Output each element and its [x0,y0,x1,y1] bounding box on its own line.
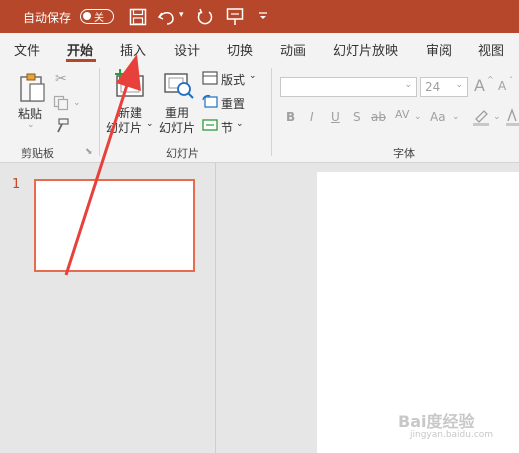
annotation-arrow [64,54,141,276]
